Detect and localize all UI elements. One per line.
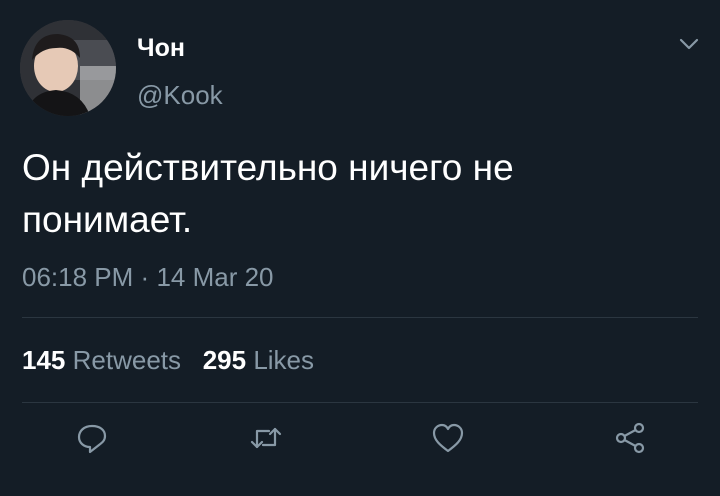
chevron-down-icon[interactable] [678, 36, 700, 52]
share-icon [615, 422, 645, 454]
avatar[interactable] [20, 20, 116, 116]
likes-count: 295 [202, 345, 247, 375]
retweets-stat[interactable]: 145 Retweets [22, 345, 181, 375]
likes-label: Likes [253, 345, 315, 375]
user-handle[interactable]: @Kook [137, 80, 223, 110]
share-button[interactable] [610, 418, 650, 458]
tweet-time: 06:18 PM [22, 262, 134, 292]
divider [22, 317, 698, 318]
reply-icon [77, 424, 107, 454]
display-name[interactable]: Чон [137, 33, 185, 63]
action-bar [0, 418, 720, 466]
retweet-button[interactable] [246, 418, 286, 458]
heart-icon [432, 423, 464, 453]
likes-stat[interactable]: 295 Likes [203, 345, 314, 375]
retweet-icon [250, 427, 282, 449]
divider [22, 402, 698, 403]
tweet-date: 14 Mar 20 [156, 262, 274, 292]
retweets-count: 145 [22, 345, 66, 375]
like-button[interactable] [428, 418, 468, 458]
meta-separator: · [140, 262, 150, 292]
tweet-timestamp: 06:18 PM · 14 Mar 20 [22, 262, 274, 292]
engagement-stats: 145 Retweets 295 Likes [22, 343, 314, 377]
tweet-text: Он действительно ничего не понимает. [22, 147, 514, 240]
reply-button[interactable] [72, 418, 112, 458]
retweets-label: Retweets [72, 345, 182, 375]
